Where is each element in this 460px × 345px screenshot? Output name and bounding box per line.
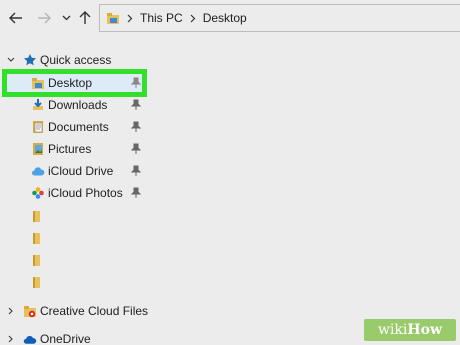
desktop-folder-icon [107,12,119,24]
pictures-folder-icon [31,142,45,156]
folder-icon [29,253,43,267]
breadcrumb-separator[interactable] [127,14,133,23]
breadcrumb-desktop[interactable]: Desktop [203,11,247,25]
expand-chevron-icon[interactable] [6,55,16,65]
expand-chevron-icon[interactable] [6,306,16,316]
creative-cloud-folder-icon [23,304,37,318]
forward-arrow-icon [38,12,51,24]
navigation-bar: This PC Desktop [0,0,460,38]
file-explorer-window: This PC Desktop Quick access Desktop Dow… [0,0,460,345]
breadcrumb-this-pc[interactable]: This PC [140,11,183,25]
pin-icon[interactable] [131,77,141,89]
onedrive-cloud-icon [23,332,37,345]
chevron-down-icon [62,15,70,21]
nav-item-icloud-drive[interactable]: iCloud Drive [0,160,165,182]
navigation-pane: Quick access Desktop Downloads Documents… [0,38,165,345]
quick-access-label: Quick access [40,53,112,67]
nav-item-documents[interactable]: Documents [0,116,165,138]
nav-item-folder[interactable] [0,227,165,249]
nav-item-label: iCloud Photos [48,186,123,200]
documents-folder-icon [31,120,45,134]
downloads-folder-icon [31,98,45,112]
nav-item-label: Pictures [48,142,92,156]
nav-item-folder[interactable] [0,205,165,227]
forward-button[interactable] [34,7,54,29]
pin-icon[interactable] [131,143,141,155]
up-arrow-icon [79,11,91,24]
up-button[interactable] [76,7,94,29]
nav-item-pictures[interactable]: Pictures [0,138,165,160]
recent-locations-button[interactable] [58,7,74,29]
folder-icon [29,209,43,223]
pin-icon[interactable] [131,99,141,111]
breadcrumb-separator[interactable] [190,14,196,23]
nav-item-label: Downloads [48,98,108,112]
pin-icon[interactable] [131,187,141,199]
nav-item-onedrive[interactable]: OneDrive [0,328,165,345]
desktop-folder-icon [31,76,45,90]
watermark-how: How [407,322,443,338]
nav-item-creative-cloud-files[interactable]: Creative Cloud Files [0,300,165,322]
nav-item-label: Desktop [48,76,93,90]
nav-item-desktop[interactable]: Desktop [0,72,165,94]
icloud-photos-icon [31,186,45,200]
nav-item-folder[interactable] [0,271,165,293]
expand-chevron-icon[interactable] [6,334,16,344]
nav-item-label: OneDrive [40,332,91,345]
chevron-right-icon [190,14,196,22]
address-bar[interactable]: This PC Desktop [99,4,460,32]
nav-item-folder[interactable] [0,249,165,271]
back-arrow-icon [9,12,22,24]
nav-item-downloads[interactable]: Downloads [0,94,165,116]
nav-item-quick-access[interactable]: Quick access [0,49,165,71]
pin-icon[interactable] [131,165,141,177]
icloud-drive-icon [31,164,45,178]
pin-icon[interactable] [131,121,141,133]
star-icon [23,53,37,67]
folder-icon [29,275,43,289]
folder-icon [29,231,43,245]
chevron-right-icon [127,14,133,22]
nav-item-label: Creative Cloud Files [40,304,149,318]
nav-item-label: iCloud Drive [48,164,114,178]
nav-item-icloud-photos[interactable]: iCloud Photos [0,182,165,204]
watermark-wiki: wiki [377,322,408,338]
nav-item-label: Documents [48,120,109,134]
wikihow-watermark: wiki How [364,319,456,341]
back-button[interactable] [6,7,26,29]
